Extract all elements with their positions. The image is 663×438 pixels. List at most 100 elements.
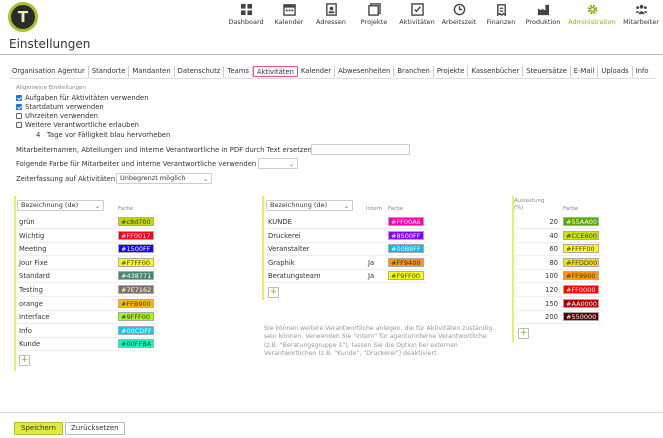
setting-more-responsible[interactable]: Weitere Verantwortliche erlauben	[16, 120, 139, 129]
activity-type-label[interactable]: orange	[19, 300, 43, 308]
due-days-value[interactable]: 4	[36, 131, 40, 139]
responsible-label[interactable]: Beratungsteam	[268, 272, 321, 280]
nav-produktion[interactable]: Produktion	[524, 0, 562, 34]
color-swatch[interactable]: #55AA00	[563, 217, 599, 226]
color-swatch[interactable]: #c8d700	[118, 217, 154, 226]
row-divider	[17, 228, 157, 229]
tab-datenschutz[interactable]: Datenschutz	[175, 66, 225, 77]
color-swatch[interactable]: #8500FF	[388, 231, 424, 240]
color-swatch[interactable]: #FF00A6	[388, 217, 424, 226]
activity-type-label[interactable]: Interface	[19, 313, 49, 321]
setting-times[interactable]: Uhrzeiten verwenden	[16, 111, 98, 120]
color-swatch[interactable]: #7E7162	[118, 285, 154, 294]
time-tracking-select[interactable]: Unbegrenzt möglich ⌄	[116, 173, 212, 184]
color-select[interactable]: ⌄	[258, 158, 298, 169]
tab-organisation-agentur[interactable]: Organisation Agentur	[9, 66, 89, 77]
intern-flag: Ja	[368, 259, 375, 267]
row-divider	[17, 337, 157, 338]
time-tracking-value: Unbegrenzt möglich	[120, 174, 186, 182]
setting-tasks[interactable]: Aufgaben für Aktivitäten verwenden	[16, 93, 149, 102]
color-swatch[interactable]: #FFB900	[118, 299, 154, 308]
nav-aktivitaeten[interactable]: Aktivitäten	[398, 0, 436, 34]
workload-value[interactable]: 100	[536, 272, 558, 280]
add-responsible-button[interactable]: +	[268, 287, 279, 298]
add-workload-button[interactable]: +	[518, 328, 529, 339]
nav-administration[interactable]: Administration	[567, 0, 617, 34]
activity-type-label[interactable]: Kunde	[19, 340, 40, 348]
color-swatch[interactable]: #FF9400	[388, 258, 424, 267]
activity-type-label[interactable]: Info	[19, 327, 32, 335]
setting-startdate[interactable]: Startdatum verwenden	[16, 102, 104, 111]
nav-finanzen[interactable]: Finanzen	[485, 0, 517, 34]
language-select[interactable]: Bezeichnung (de) ⌄	[17, 200, 104, 211]
color-swatch[interactable]: #FF0017	[118, 231, 154, 240]
responsible-label[interactable]: Graphik	[268, 259, 295, 267]
tab-uploads[interactable]: Uploads	[598, 66, 633, 77]
activities-icon	[410, 3, 424, 16]
workload-value[interactable]: 200	[536, 313, 558, 321]
workload-value[interactable]: 120	[536, 286, 558, 294]
color-swatch[interactable]: #FF9900	[563, 271, 599, 280]
color-swatch[interactable]: #AA0000	[563, 299, 599, 308]
tab-standorte[interactable]: Standorte	[89, 66, 130, 77]
checkbox[interactable]	[16, 112, 22, 119]
color-swatch[interactable]: #CCE600	[563, 231, 599, 240]
color-swatch[interactable]: #00B9FF	[388, 244, 424, 253]
tab-branchen[interactable]: Branchen	[394, 66, 434, 77]
tab-steuersaetze[interactable]: Steuersätze	[523, 66, 571, 77]
color-swatch[interactable]: #550000	[563, 312, 599, 321]
nav-kalender[interactable]: Kalender	[274, 0, 304, 34]
tab-aktivitaeten[interactable]: Aktivitäten	[252, 66, 298, 77]
replace-names-input[interactable]	[311, 144, 410, 155]
workload-value[interactable]: 150	[536, 300, 558, 308]
color-swatch[interactable]: #FFFF00	[563, 244, 599, 253]
color-swatch[interactable]: #FF0000	[563, 285, 599, 294]
workload-value[interactable]: 20	[536, 218, 558, 226]
tab-mandanten[interactable]: Mandanten	[129, 66, 175, 77]
activity-type-label[interactable]: Standard	[19, 272, 50, 280]
color-swatch[interactable]: #438771	[118, 271, 154, 280]
activity-type-label[interactable]: Meeting	[19, 245, 46, 253]
nav-label: Mitarbeiter	[623, 18, 659, 26]
responsible-label[interactable]: Veranstalter	[268, 245, 309, 253]
nav-adressen[interactable]: Adressen	[314, 0, 348, 34]
nav-dashboard[interactable]: Dashboard	[228, 0, 264, 34]
color-swatch[interactable]: #F7FF00	[118, 258, 154, 267]
color-swatch[interactable]: #1500FF	[118, 244, 154, 253]
color-swatch[interactable]: #9FFF00	[118, 312, 154, 321]
workload-value[interactable]: 40	[536, 232, 558, 240]
color-swatch[interactable]: #00FFBA	[118, 339, 154, 348]
row-divider	[516, 296, 602, 297]
checkbox[interactable]	[16, 121, 22, 128]
divider	[0, 412, 663, 413]
responsible-label[interactable]: KUNDE	[268, 218, 292, 226]
tab-info[interactable]: Info	[633, 66, 652, 77]
color-swatch[interactable]: #FFDD00	[563, 258, 599, 267]
tab-teams[interactable]: Teams	[224, 66, 253, 77]
activity-type-label[interactable]: grün	[19, 218, 35, 226]
responsible-label[interactable]: Druckerei	[268, 232, 301, 240]
activity-type-label[interactable]: Wichtig	[19, 232, 44, 240]
tab-email[interactable]: E-Mail	[571, 66, 599, 77]
nav-mitarbeiter[interactable]: Mitarbeiter	[622, 0, 660, 34]
tab-kassenbuecher[interactable]: Kassenbücher	[468, 66, 524, 77]
tab-kalender[interactable]: Kalender	[298, 66, 336, 77]
reset-button[interactable]: Zurücksetzen	[65, 422, 125, 435]
activity-type-label[interactable]: Jour Fixe	[19, 259, 48, 267]
color-swatch[interactable]: #00CDFF	[118, 326, 154, 335]
checkbox[interactable]	[16, 103, 22, 110]
save-button[interactable]: Speichern	[14, 422, 63, 435]
activity-type-label[interactable]: Testing	[19, 286, 43, 294]
nav-arbeitszeit[interactable]: Arbeitszeit	[440, 0, 478, 34]
nav-projekte[interactable]: Projekte	[359, 0, 389, 34]
app-logo[interactable]: T	[8, 2, 38, 32]
tab-projekte[interactable]: Projekte	[434, 66, 469, 77]
add-activity-type-button[interactable]: +	[19, 355, 30, 366]
color-swatch[interactable]: #F9FF00	[388, 271, 424, 280]
workload-value[interactable]: 80	[536, 259, 558, 267]
checkbox[interactable]	[16, 94, 22, 101]
workload-value[interactable]: 60	[536, 245, 558, 253]
language-select[interactable]: Bezeichnung (de) ⌄	[266, 200, 353, 211]
replace-names-label: Mitarbeiternamen, Abteilungen und intern…	[16, 146, 312, 154]
tab-abwesenheiten[interactable]: Abwesenheiten	[335, 66, 395, 77]
